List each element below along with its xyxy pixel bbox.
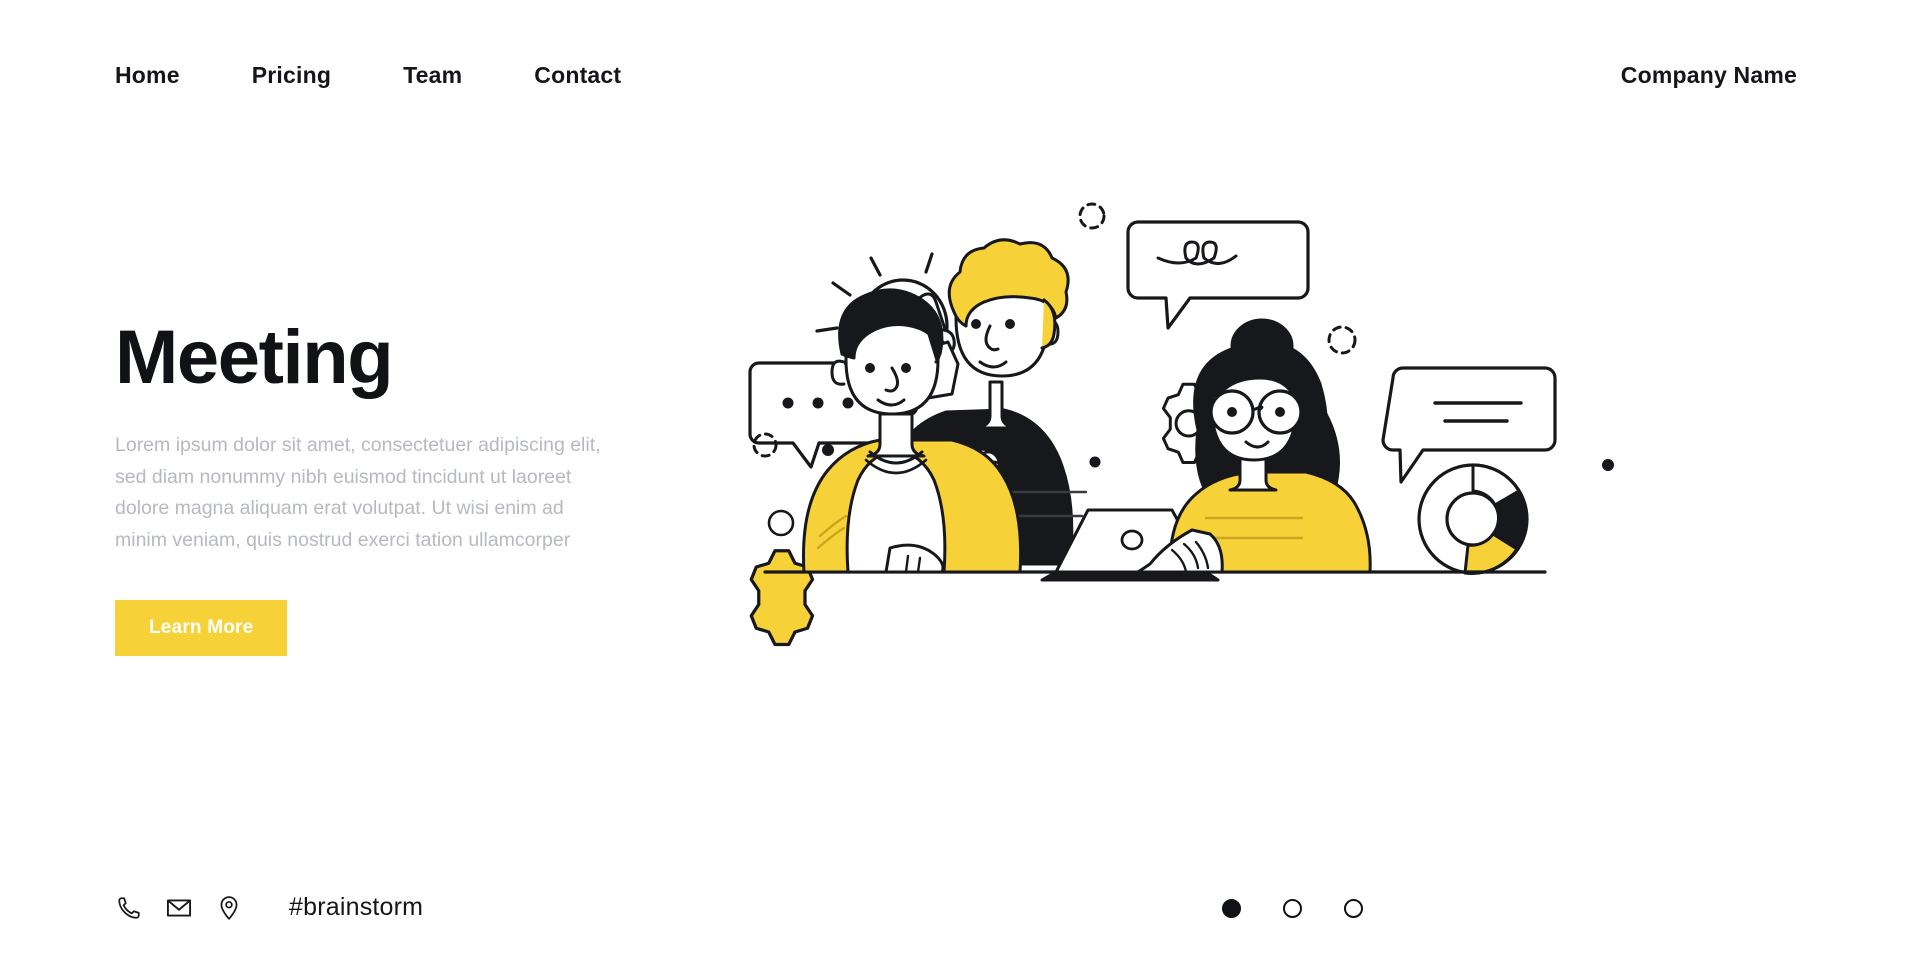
hero-description: Lorem ipsum dolor sit amet, consectetuer… [115, 434, 601, 551]
page-title: Meeting [115, 315, 394, 400]
nav-item-home[interactable]: Home [115, 62, 180, 89]
envelope-icon[interactable] [165, 894, 193, 922]
company-name-logo[interactable]: Company Name [1621, 62, 1797, 89]
donut-chart [1417, 463, 1529, 575]
learn-more-button[interactable]: Learn More [115, 600, 288, 657]
nav-item-contact[interactable]: Contact [534, 62, 621, 89]
carousel-dots [1222, 899, 1363, 918]
main-navigation: Home Pricing Team Contact [115, 62, 621, 89]
gear-icon-yellow [749, 509, 815, 647]
nav-item-team[interactable]: Team [403, 62, 462, 89]
hero-copy-block: Meeting Lorem ipsum dolor sit amet, cons… [115, 315, 635, 657]
speech-bubble-scribble [1126, 220, 1310, 330]
dotted-circle-center [1078, 202, 1106, 230]
meeting-illustration [740, 200, 1870, 760]
carousel-dot-3[interactable] [1344, 899, 1363, 918]
hashtag-label: #brainstorm [289, 893, 424, 921]
site-header: Home Pricing Team Contact Company Name [0, 0, 1912, 150]
dotted-circle-right [1327, 325, 1357, 355]
location-pin-icon[interactable] [215, 894, 243, 922]
nav-item-pricing[interactable]: Pricing [252, 62, 331, 89]
phone-icon[interactable] [115, 894, 143, 922]
landing-page: Home Pricing Team Contact Company Name M… [0, 0, 1912, 980]
carousel-dot-1[interactable] [1222, 899, 1241, 918]
footer-contact-bar: #brainstorm [115, 893, 423, 922]
carousel-dot-2[interactable] [1283, 899, 1302, 918]
